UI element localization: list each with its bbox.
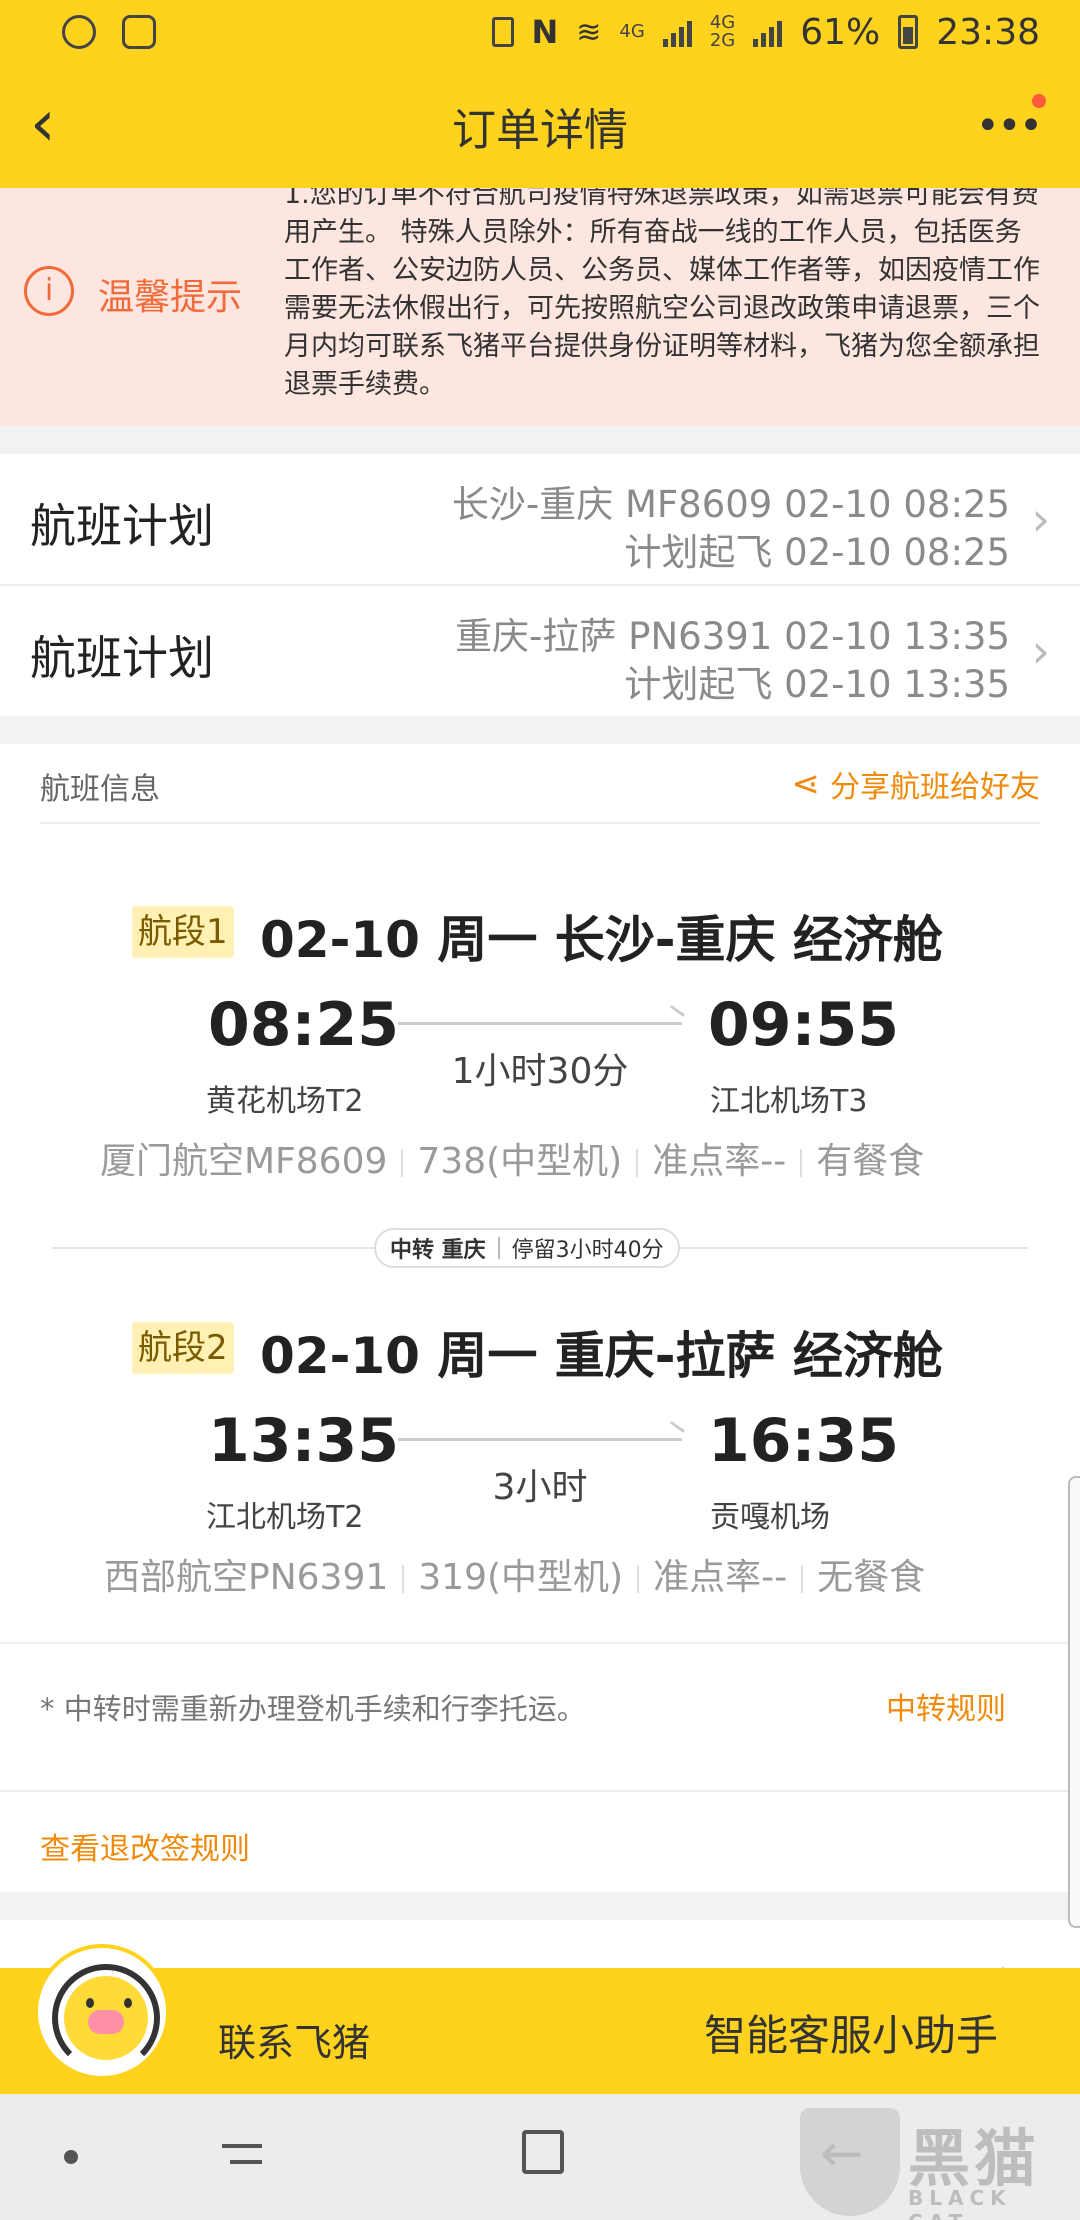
screenshot-notification-icon: [122, 15, 156, 49]
divider: [636, 1149, 639, 1177]
pig-eye: [86, 1998, 94, 2008]
battery-saver-icon: [491, 17, 514, 47]
status-right: N ≋ 4G 4G 2G 61% 23:38: [491, 11, 1040, 53]
punctuality: 准点率--: [653, 1557, 788, 1598]
divider: [401, 1149, 404, 1177]
network-type-1: 4G: [619, 21, 645, 42]
airline-flight: 西部航空PN6391: [104, 1557, 389, 1598]
flight-plan-route: 长沙-重庆 MF8609 02-10 08:25: [451, 483, 1010, 526]
airline-flight: 厦门航空MF8609: [100, 1141, 388, 1182]
flight-info-card: 航班信息 ⋖ 分享航班给好友 航段1 02-10 周一 长沙-重庆 经济舱 08…: [0, 744, 1080, 1892]
segment-badge-1: 航段1: [132, 906, 234, 958]
share-label: 分享航班给好友: [830, 770, 1040, 805]
meal-info: 无餐食: [817, 1557, 926, 1598]
arrival-airport-1: 江北机场T3: [710, 1084, 868, 1119]
flight-plan-scheduled: 计划起飞 02-10 13:35: [624, 663, 1010, 706]
arrival-time-1: 09:55: [708, 990, 899, 1060]
chevron-right-icon: ›: [1031, 624, 1050, 678]
departure-airport-1: 黄花机场T2: [206, 1084, 364, 1119]
transfer-rule-link[interactable]: 中转规则: [886, 1684, 1006, 1728]
transfer-stay: 停留3小时40分: [511, 1238, 664, 1263]
arrival-time-2: 16:35: [708, 1406, 899, 1476]
pig-eye: [124, 1998, 132, 2008]
network-type-3: 2G: [709, 30, 736, 51]
flight-plan-title: 航班计划: [30, 631, 214, 685]
flight-plan-title: 航班计划: [30, 499, 214, 553]
departure-time-1: 08:25: [208, 990, 399, 1060]
flight-duration-2: 3小时: [492, 1467, 588, 1508]
segment-title-1: 02-10 周一 长沙-重庆 经济舱: [260, 911, 943, 969]
recent-apps-icon[interactable]: [222, 2132, 262, 2176]
punctuality: 准点率--: [652, 1141, 787, 1182]
flight-meta-2: 西部航空PN6391 319(中型机) 准点率-- 无餐食: [104, 1548, 925, 1600]
wifi-icon: ≋: [576, 14, 602, 50]
more-menu-button[interactable]: •••: [976, 104, 1043, 148]
notice-label: 温馨提示: [98, 277, 243, 318]
contact-fliggy-button[interactable]: 联系飞猪: [218, 2012, 370, 2067]
divider: [497, 1237, 500, 1259]
home-icon[interactable]: [522, 2130, 564, 2174]
divider: [0, 1642, 1080, 1644]
aircraft-type: 319(中型机): [418, 1557, 624, 1598]
black-cat-logo: [800, 2108, 900, 2216]
signal-icon-2: [753, 17, 783, 47]
divider: [637, 1565, 640, 1593]
flight-plan-scheduled: 计划起飞 02-10 08:25: [624, 531, 1010, 574]
warm-notice-banner: i 温馨提示 1.您的订单不符合航司疫情特殊退票政策，如需退票可能会有费用产生。…: [0, 188, 1080, 426]
back-button[interactable]: ‹: [30, 92, 90, 158]
flight-plan-row-2[interactable]: 航班计划 重庆-拉萨 PN6391 02-10 13:35 计划起飞 02-10…: [0, 586, 1080, 716]
share-icon: ⋖: [791, 764, 821, 804]
chevron-right-icon: ›: [1031, 492, 1050, 546]
flight-meta-1: 厦门航空MF8609 738(中型机) 准点率-- 有餐食: [100, 1132, 924, 1184]
flight-duration-1: 1小时30分: [451, 1051, 629, 1092]
watermark-text: 黑猫: [908, 2122, 1041, 2195]
side-scroll-handle[interactable]: [1068, 1476, 1080, 1928]
network-type-stack: 4G 2G: [710, 14, 735, 50]
clock: 23:38: [936, 11, 1040, 53]
departure-airport-2: 江北机场T2: [206, 1500, 364, 1535]
meal-info: 有餐食: [816, 1141, 925, 1182]
transfer-note: * 中转时需重新办理登机手续和行李托运。: [40, 1692, 586, 1726]
divider: [800, 1149, 803, 1177]
share-flight-button[interactable]: ⋖ 分享航班给好友: [792, 762, 1041, 806]
nav-dot-icon[interactable]: [64, 2150, 78, 2164]
pig-nose: [88, 2010, 124, 2034]
battery-icon: [898, 15, 919, 49]
nav-bar: ‹ 订单详情 •••: [0, 64, 1080, 188]
bottom-action-bar: 联系飞猪 智能客服小助手: [0, 1944, 1080, 2094]
divider: [402, 1565, 405, 1593]
nfc-icon: N: [531, 13, 559, 51]
notice-text: 1.您的订单不符合航司疫情特殊退票政策，如需退票可能会有费用产生。 特殊人员除外…: [284, 188, 1040, 400]
flight-plan-row-1[interactable]: 航班计划 长沙-重庆 MF8609 02-10 08:25 计划起飞 02-10…: [0, 454, 1080, 584]
refund-rule-link[interactable]: 查看退改签规则: [40, 1824, 250, 1868]
signal-icon-1: [662, 17, 692, 47]
battery-percent: 61%: [800, 11, 881, 53]
divider: [40, 822, 1040, 824]
arrival-airport-2: 贡嘎机场: [710, 1500, 830, 1535]
divider: [0, 1790, 1080, 1792]
transfer-pill: 中转 重庆 停留3小时40分: [374, 1228, 680, 1268]
customer-service-avatar[interactable]: [34, 1944, 170, 2080]
info-icon: i: [24, 266, 74, 316]
status-bar: N ≋ 4G 4G 2G 61% 23:38: [0, 0, 1080, 64]
status-left-icons: [62, 15, 156, 49]
flight-arrow-1: [398, 1022, 682, 1025]
transfer-city: 中转 重庆: [390, 1238, 486, 1263]
page-title: 订单详情: [452, 105, 628, 156]
flight-arrow-2: [398, 1438, 682, 1441]
divider: [801, 1565, 804, 1593]
notification-dot: [1032, 94, 1046, 108]
departure-time-2: 13:35: [208, 1406, 399, 1476]
segment-badge-2: 航段2: [132, 1322, 234, 1374]
flight-plan-route: 重庆-拉萨 PN6391 02-10 13:35: [455, 615, 1010, 658]
flight-info-header: 航班信息: [40, 772, 160, 807]
smart-assistant-button[interactable]: 智能客服小助手: [704, 2002, 998, 2063]
order-detail-page: N ≋ 4G 4G 2G 61% 23:38 ‹ 订单详情 ••• i 温馨提示…: [0, 0, 1080, 2220]
black-cat-watermark: 黑猫 BLACK CAT: [800, 2108, 1070, 2220]
watermark-subtext: BLACK CAT: [908, 2186, 1012, 2220]
aircraft-type: 738(中型机): [417, 1141, 623, 1182]
segment-title-2: 02-10 周一 重庆-拉萨 经济舱: [260, 1327, 943, 1385]
app-notification-icon: [62, 15, 96, 49]
